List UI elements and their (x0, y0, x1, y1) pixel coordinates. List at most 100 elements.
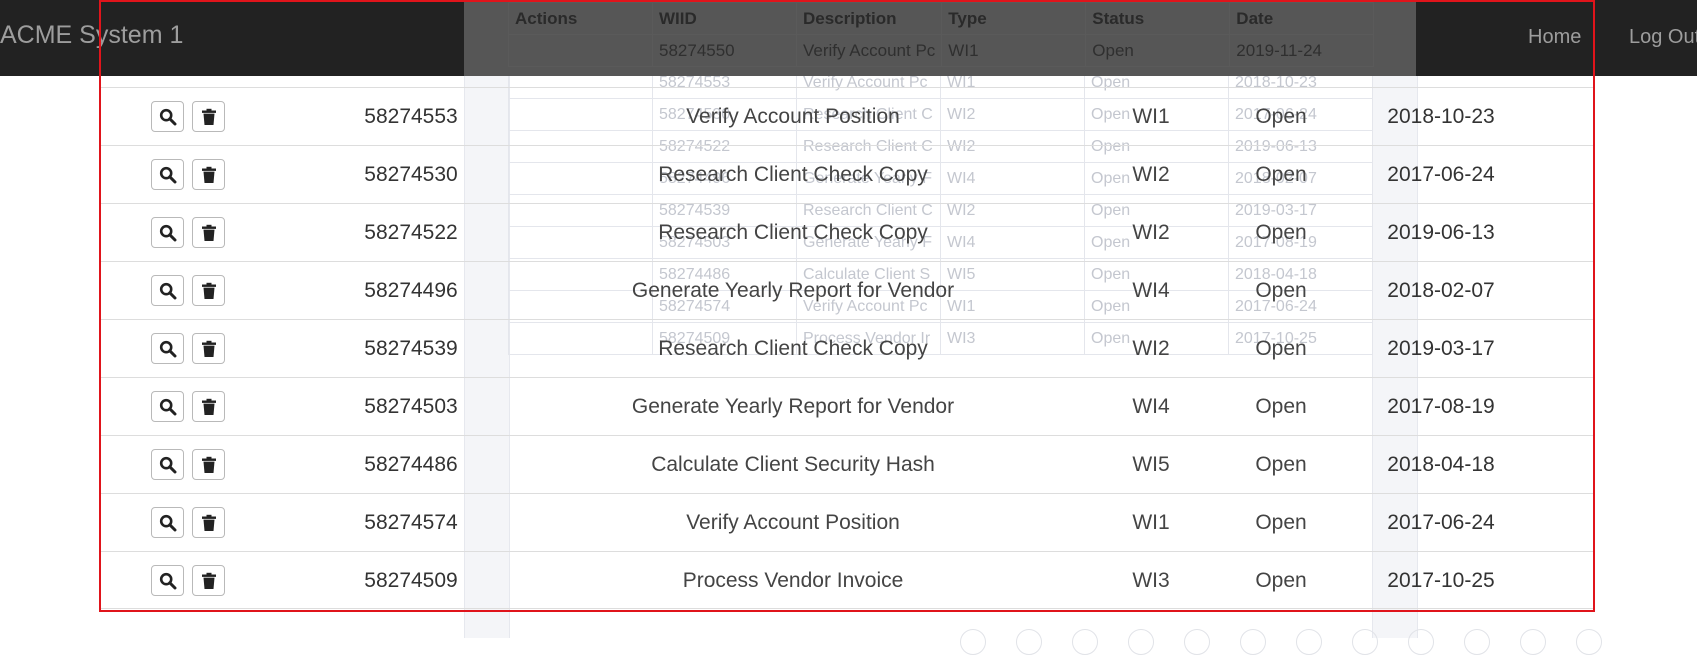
delete-button[interactable] (192, 101, 225, 132)
wiid-cell: 58274574 (364, 511, 458, 534)
status-cell: Open (1255, 337, 1307, 360)
table-row: 58274486 Calculate Client Security Hash WI… (101, 435, 1593, 493)
date-cell: 2017-06-24 (1387, 163, 1495, 186)
brand-title[interactable]: ACME System 1 (0, 21, 183, 50)
wiid-cell: 58274522 (364, 221, 458, 244)
type-cell: WI3 (1132, 569, 1170, 592)
date-cell: 2017-08-19 (1387, 395, 1495, 418)
wiid-cell: 58274509 (364, 569, 458, 592)
description-cell: Research Client Check Copy (658, 163, 928, 186)
overlay-header-table: Actions WIID Description Type Status Dat… (508, 2, 1375, 67)
delete-button[interactable] (192, 217, 225, 248)
overlay-cell: 58274550 (652, 34, 797, 67)
table-row: 58274503 Generate Yearly Report for Vendo… (101, 377, 1593, 435)
description-cell: Verify Account Position (686, 511, 900, 534)
delete-button[interactable] (192, 275, 225, 306)
view-button[interactable] (151, 159, 184, 190)
table-row: 58274553 Verify Account Position WI1 Open 20… (101, 87, 1593, 145)
view-button[interactable] (151, 333, 184, 364)
wiid-cell: 58274503 (364, 395, 458, 418)
page-dot (960, 629, 986, 655)
table-row: 58274509 Process Vendor Invoice WI3 Open 201… (101, 551, 1593, 609)
header-wiid: WIID (652, 2, 797, 35)
type-cell: WI2 (1132, 221, 1170, 244)
overlay-cell (508, 34, 653, 67)
status-cell: Open (1255, 279, 1307, 302)
view-button[interactable] (151, 101, 184, 132)
delete-button[interactable] (192, 449, 225, 480)
page-dot (1352, 629, 1378, 655)
type-cell: WI1 (1132, 105, 1170, 128)
wiid-cell: 58274530 (364, 163, 458, 186)
type-cell: WI1 (1132, 511, 1170, 534)
status-cell: Open (1255, 221, 1307, 244)
description-cell: Verify Account Position (686, 105, 900, 128)
work-items-table: 58274553 Verify Account Position WI1 Open 20… (101, 87, 1593, 609)
date-cell: 2019-06-13 (1387, 221, 1495, 244)
wiid-cell: 58274539 (364, 337, 458, 360)
description-cell: Research Client Check Copy (658, 221, 928, 244)
description-cell: Generate Yearly Report for Vendor (631, 395, 955, 418)
date-cell: 2017-10-25 (1387, 569, 1495, 592)
overlay-cell: WI1 (941, 34, 1087, 67)
view-button[interactable] (151, 391, 184, 422)
nav-logout-link[interactable]: Log Out (1629, 26, 1697, 49)
date-cell: 2017-06-24 (1387, 511, 1495, 534)
wiid-cell: 58274496 (364, 279, 458, 302)
overlay-cell: Open (1085, 34, 1231, 67)
wiid-cell: 58274486 (364, 453, 458, 476)
status-cell: Open (1255, 395, 1307, 418)
page-dot (1184, 629, 1210, 655)
status-cell: Open (1255, 105, 1307, 128)
description-cell: Process Vendor Invoice (682, 569, 904, 592)
type-cell: WI2 (1132, 337, 1170, 360)
view-button[interactable] (151, 275, 184, 306)
type-cell: WI4 (1132, 395, 1170, 418)
description-cell: Research Client Check Copy (658, 337, 928, 360)
date-cell: 2018-10-23 (1387, 105, 1495, 128)
page-dot (1408, 629, 1434, 655)
delete-button[interactable] (192, 507, 225, 538)
table-row: 58274539 Research Client Check Copy WI2 Ope… (101, 319, 1593, 377)
view-button[interactable] (151, 217, 184, 248)
page-dot (1072, 629, 1098, 655)
header-description: Description (795, 2, 943, 35)
page-dot (1296, 629, 1322, 655)
status-cell: Open (1255, 569, 1307, 592)
table-row: 58274522 Research Client Check Copy WI2 Ope… (101, 203, 1593, 261)
table-row: 58274574 Verify Account Position WI1 Open 20… (101, 493, 1593, 551)
page-dot (1576, 629, 1602, 655)
page-dot (1240, 629, 1266, 655)
header-type: Type (941, 2, 1087, 35)
status-cell: Open (1255, 453, 1307, 476)
page-dot (1128, 629, 1154, 655)
delete-button[interactable] (192, 159, 225, 190)
date-cell: 2018-04-18 (1387, 453, 1495, 476)
delete-button[interactable] (192, 565, 225, 596)
wiid-cell: 58274553 (364, 105, 458, 128)
delete-button[interactable] (192, 391, 225, 422)
type-cell: WI4 (1132, 279, 1170, 302)
view-button[interactable] (151, 507, 184, 538)
page-dot (1464, 629, 1490, 655)
page-dot (1016, 629, 1042, 655)
table-row: 58274496 Generate Yearly Report for Vendo… (101, 261, 1593, 319)
description-cell: Calculate Client Security Hash (651, 453, 935, 476)
header-actions: Actions (508, 2, 653, 35)
status-cell: Open (1255, 511, 1307, 534)
status-cell: Open (1255, 163, 1307, 186)
type-cell: WI5 (1132, 453, 1170, 476)
table-row: 58274530 Research Client Check Copy WI2 Ope… (101, 145, 1593, 203)
date-cell: 2018-02-07 (1387, 279, 1495, 302)
view-button[interactable] (151, 565, 184, 596)
description-cell: Generate Yearly Report for Vendor (631, 279, 955, 302)
page-dot (1520, 629, 1546, 655)
type-cell: WI2 (1132, 163, 1170, 186)
nav-home-link[interactable]: Home (1528, 26, 1581, 49)
delete-button[interactable] (192, 333, 225, 364)
header-status: Status (1085, 2, 1231, 35)
overlay-cell: 2019-11-24 (1229, 34, 1375, 67)
background-pagination (960, 629, 1602, 655)
view-button[interactable] (151, 449, 184, 480)
overlay-cell: Verify Account Pc (795, 34, 943, 67)
